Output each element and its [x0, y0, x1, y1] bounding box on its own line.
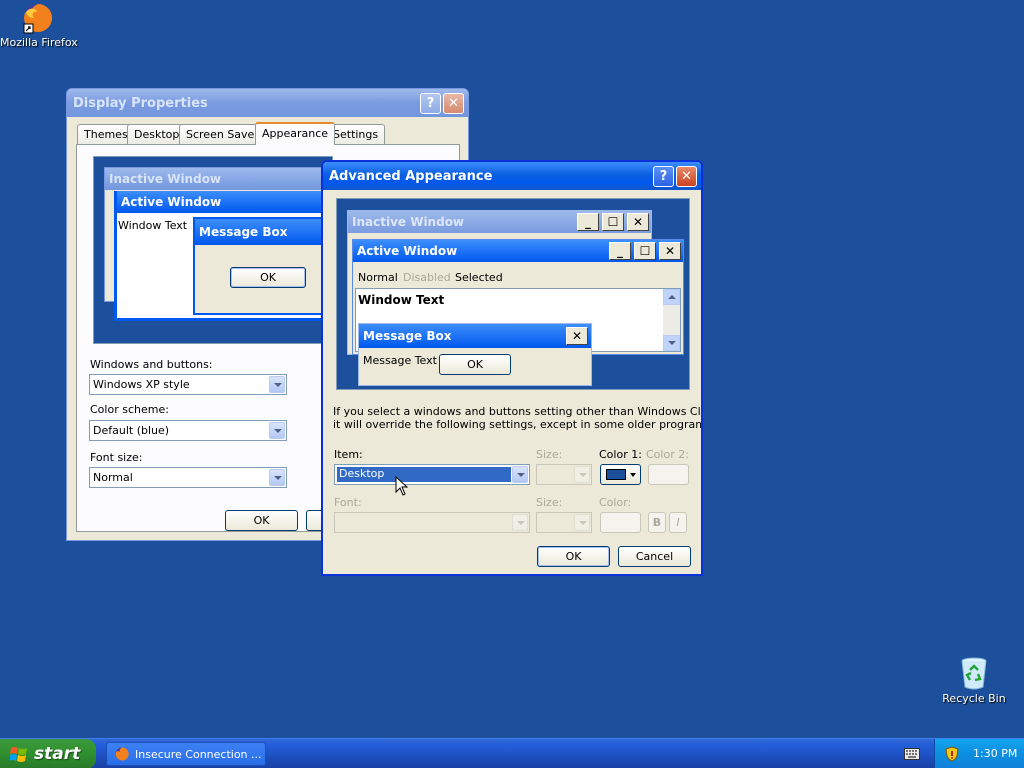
preview-scrollbar [663, 289, 680, 351]
security-shield-icon[interactable] [945, 746, 959, 762]
close-icon: ✕ [566, 327, 588, 345]
color1-picker[interactable] [600, 464, 641, 485]
windows-buttons-select[interactable]: Windows XP style [89, 374, 287, 395]
preview-ok-button: OK [230, 267, 306, 288]
preview-message-box: Message Box OK [193, 217, 332, 315]
color-scheme-select[interactable]: Default (blue) [89, 420, 287, 441]
font-select[interactable] [334, 512, 530, 533]
font-size-label: Font size: [90, 451, 143, 464]
color-scheme-value: Default (blue) [93, 424, 170, 437]
font-color-label: Color: [599, 496, 632, 509]
item-value: Desktop [337, 467, 511, 482]
minimize-icon: _ [609, 242, 631, 260]
preview-message-title-text: Message Box [363, 329, 452, 343]
size-spinner[interactable] [536, 464, 592, 485]
advanced-appearance-window: Advanced Appearance ? ✕ Inactive Window … [321, 160, 703, 576]
display-ok-button[interactable]: OK [225, 510, 298, 531]
advanced-preview: Inactive Window _ ☐ ✕ Active Window _ ☐ … [336, 198, 690, 390]
close-button[interactable]: ✕ [443, 93, 464, 114]
keyboard-icon[interactable] [904, 748, 920, 760]
preview-inactive-title: Inactive Window [105, 168, 332, 190]
tab-screen-saver[interactable]: Screen Saver [179, 124, 266, 144]
preview-message-title: Message Box ✕ [359, 324, 591, 348]
info-text-line2: it will override the following settings,… [333, 418, 703, 431]
window-title: Advanced Appearance [329, 169, 493, 184]
help-button[interactable]: ? [420, 93, 441, 114]
taskbar-button-label: Insecure Connection ... [135, 748, 262, 761]
title-bar[interactable]: Display Properties ? ✕ [67, 89, 468, 117]
mouse-cursor-icon [395, 476, 408, 496]
item-label: Item: [334, 448, 363, 461]
font-label: Font: [334, 496, 362, 509]
chevron-down-icon[interactable] [269, 469, 285, 486]
preview-active-title-text: Active Window [357, 244, 458, 258]
preview-menu-normal: Normal [358, 271, 398, 284]
close-icon: ✕ [627, 213, 649, 231]
firefox-icon [115, 747, 129, 761]
clock[interactable]: 1:30 PM [973, 747, 1017, 760]
maximize-icon: ☐ [602, 213, 624, 231]
preview-menu-disabled: Disabled [403, 271, 451, 284]
font-size-select[interactable] [536, 512, 592, 533]
spinner-icon [574, 466, 590, 483]
chevron-down-icon[interactable] [574, 514, 590, 531]
info-text-line1: If you select a windows and buttons sett… [333, 405, 703, 418]
color2-picker[interactable] [648, 464, 689, 485]
color1-label: Color 1: [599, 448, 642, 461]
preview-message-text: Message Text [363, 354, 437, 367]
windows-buttons-label: Windows and buttons: [90, 358, 213, 371]
start-button[interactable]: start [0, 739, 96, 768]
preview-inactive-title-text: Inactive Window [352, 215, 465, 229]
window-title: Display Properties [73, 96, 208, 111]
color2-label: Color 2: [646, 448, 689, 461]
font-size-select[interactable]: Normal [89, 467, 287, 488]
appearance-preview: Inactive Window Active Window Window Tex… [93, 156, 333, 344]
font-color-picker[interactable] [600, 512, 641, 533]
chevron-down-icon[interactable] [512, 514, 528, 531]
preview-active-title: Active Window _ ☐ ✕ [353, 240, 683, 262]
color-scheme-label: Color scheme: [90, 403, 169, 416]
preview-window-text: Window Text [118, 219, 188, 232]
minimize-icon: _ [577, 213, 599, 231]
bold-button[interactable]: B [648, 512, 666, 533]
preview-message-box: Message Box ✕ Message Text OK [358, 323, 592, 386]
preview-menu-selected: Selected [455, 271, 503, 284]
title-bar[interactable]: Advanced Appearance ? ✕ [323, 162, 701, 190]
tab-appearance[interactable]: Appearance [255, 122, 336, 145]
size-label: Size: [536, 448, 563, 461]
advanced-ok-button[interactable]: OK [537, 546, 610, 567]
desktop-icon-recycle-bin[interactable]: Recycle Bin [936, 656, 1012, 705]
close-button[interactable]: ✕ [676, 166, 697, 187]
desktop-icon-label: Mozilla Firefox [0, 36, 78, 49]
recycle-bin-icon [961, 657, 987, 690]
italic-button[interactable]: I [669, 512, 687, 533]
preview-message-title: Message Box [195, 219, 332, 245]
chevron-down-icon[interactable] [512, 466, 528, 483]
preview-ok-button: OK [439, 354, 511, 375]
help-button[interactable]: ? [653, 166, 674, 187]
desktop-icon-firefox[interactable]: Mozilla Firefox [0, 2, 78, 49]
preview-window-text: Window Text [358, 293, 445, 307]
firefox-icon [23, 3, 53, 34]
tab-desktop[interactable]: Desktop [127, 124, 187, 144]
preview-inactive-title: Inactive Window _ ☐ ✕ [348, 211, 651, 233]
advanced-cancel-button[interactable]: Cancel [618, 546, 691, 567]
chevron-down-icon[interactable] [269, 422, 285, 439]
chevron-down-icon [630, 473, 636, 477]
font-size-value: Normal [93, 471, 133, 484]
maximize-icon: ☐ [634, 242, 656, 260]
desktop-icon-label: Recycle Bin [942, 692, 1006, 705]
windows-logo-icon [10, 747, 27, 762]
start-label: start [34, 744, 81, 764]
windows-buttons-value: Windows XP style [93, 378, 190, 391]
color1-swatch [606, 469, 626, 480]
chevron-down-icon[interactable] [269, 376, 285, 393]
preview-active-title: Active Window [117, 191, 332, 213]
font-size-label: Size: [536, 496, 563, 509]
taskbar: start Insecure Connection ... 1:30 PM [0, 738, 1024, 768]
close-icon: ✕ [659, 242, 681, 260]
system-tray: 1:30 PM [934, 739, 1024, 768]
taskbar-button-firefox[interactable]: Insecure Connection ... [106, 742, 266, 766]
item-select[interactable]: Desktop [334, 464, 530, 485]
